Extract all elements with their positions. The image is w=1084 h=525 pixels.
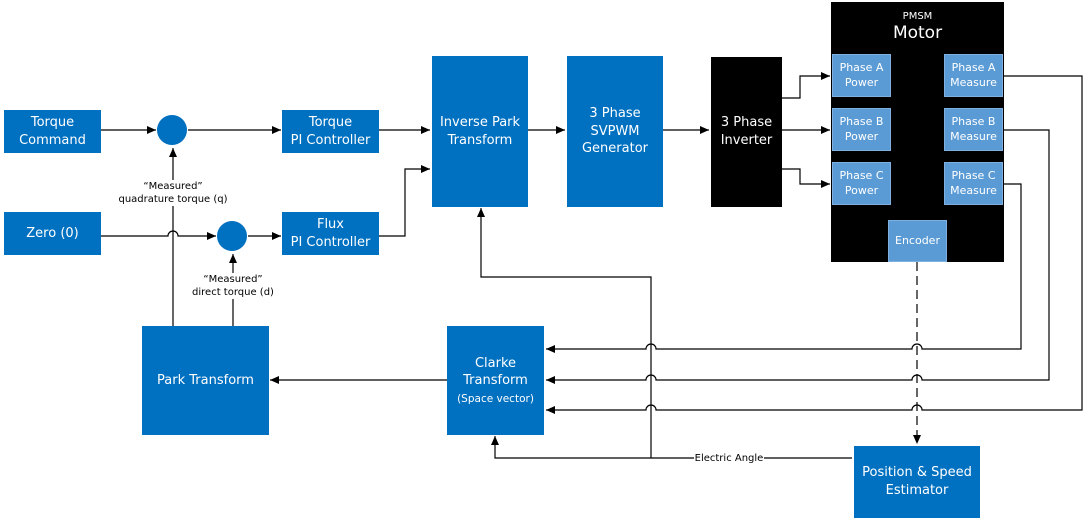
inverse-park-transform-block: Inverse Park Transform: [432, 56, 528, 207]
phase-c-measure-port: Phase C Measure: [944, 162, 1003, 205]
park-transform-block: Park Transform: [142, 326, 269, 435]
position-speed-estimator-block: Position & Speed Estimator: [854, 446, 980, 518]
arrow-inverter-to-phase-a: [782, 72, 830, 99]
arrow-inverter-to-phase-c: [782, 168, 830, 188]
measured-d-label: “Measured” direct torque (d): [183, 273, 283, 299]
phase-a-power-port: Phase A Power: [832, 54, 891, 97]
encoder-port: Encoder: [888, 220, 947, 262]
arrow-zero-to-sum-d: [101, 230, 216, 240]
phase-c-power-port: Phase C Power: [832, 162, 891, 205]
sum-junction-q: [157, 115, 187, 145]
torque-command-block: Torque Command: [4, 110, 101, 153]
svpwm-generator-block: 3 Phase SVPWM Generator: [567, 56, 663, 207]
phase-a-measure-port: Phase A Measure: [944, 54, 1003, 97]
phase-b-power-port: Phase B Power: [832, 108, 891, 151]
zero-block: Zero (0): [4, 212, 101, 255]
arrow-electric-angle-to-clarke: [491, 436, 852, 459]
three-phase-inverter-block: 3 Phase Inverter: [711, 57, 782, 207]
clarke-transform-subtitle: (Space vector): [457, 392, 534, 405]
phase-b-measure-port: Phase B Measure: [944, 108, 1003, 151]
measured-q-label: “Measured” quadrature torque (q): [118, 180, 228, 206]
motor-type-label: PMSM: [902, 11, 933, 22]
sum-junction-d: [217, 221, 247, 251]
motor-title: Motor: [892, 23, 943, 43]
torque-pi-controller-block: Torque PI Controller: [282, 110, 379, 153]
flux-pi-controller-block: Flux PI Controller: [282, 212, 379, 255]
clarke-transform-block: Clarke Transform (Space vector): [447, 326, 544, 435]
electric-angle-label: Electric Angle: [694, 452, 764, 465]
clarke-transform-title: Clarke Transform: [463, 355, 528, 389]
arrow-flux-pi-to-inverse-park: [379, 165, 430, 237]
